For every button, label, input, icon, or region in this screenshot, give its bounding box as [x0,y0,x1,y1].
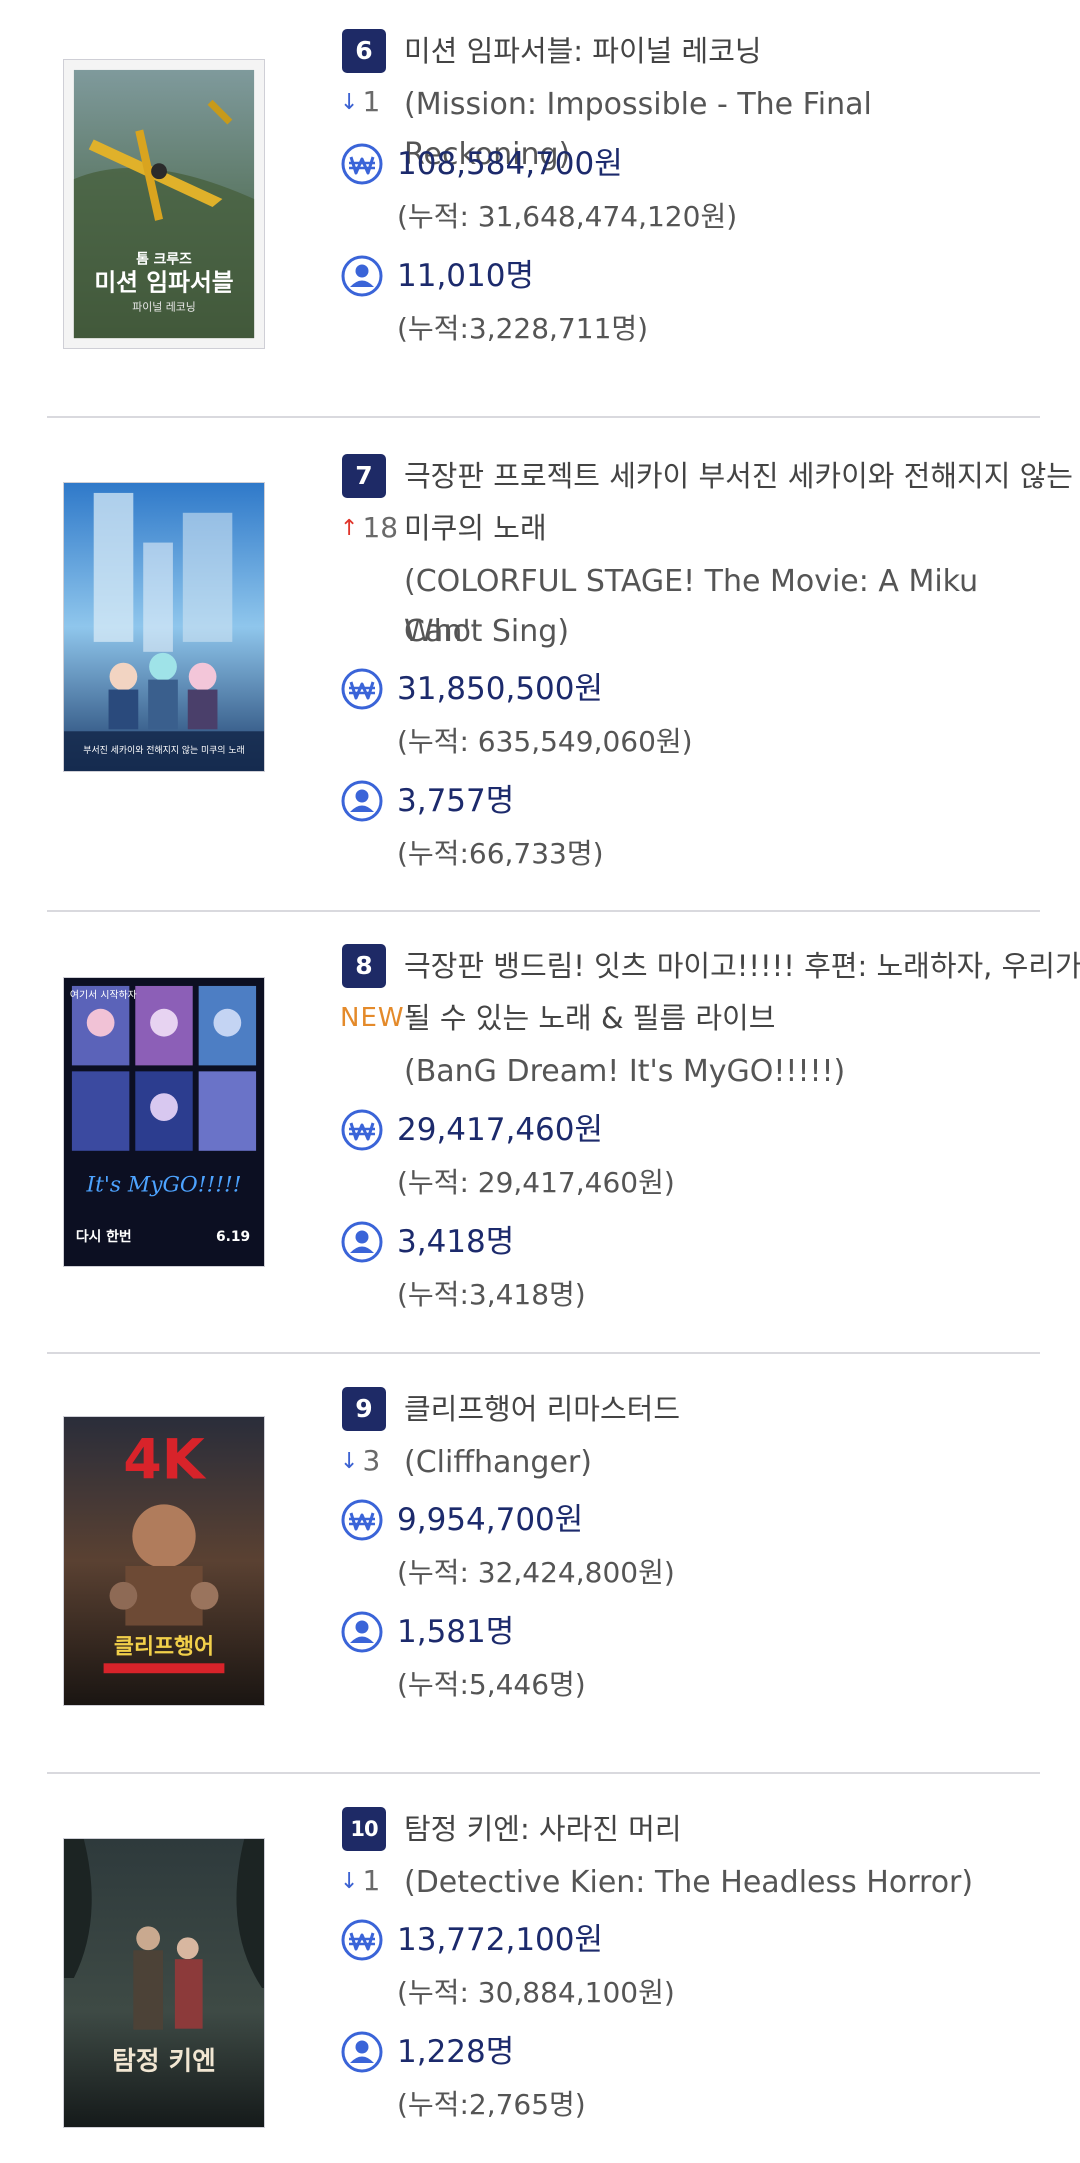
audience-value: 3,757명 [397,783,515,819]
revenue-value: 31,850,500원 [397,671,604,707]
poster-text-vertical: 여기서 시작하자 [70,988,137,1001]
poster-detective-kien[interactable]: 탐정 키엔 [63,1838,265,2128]
movie-entry-8[interactable]: 여기서 시작하자 It's MyGO!!!!! 다시 한번 6.19 8 극장판… [0,914,1080,1354]
movie-entry-7[interactable]: 부서진 세카이와 전해지지 않는 미쿠의 노래 7 극장판 프로젝트 세카이 부… [0,420,1080,914]
audience-cumulative: (누적:66,733명) [397,837,604,870]
title-english-line2[interactable]: Can't Sing) [404,607,1044,657]
rank-change: ↑ 18 [340,508,398,549]
person-icon [340,2030,384,2074]
revenue-cumulative: (누적: 32,424,800원) [397,1556,675,1589]
box-office-list: 톰 크루즈 미션 임파서블 파이널 레코닝 6 미션 임파서블: 파이널 레코닝… [0,0,1080,2163]
title-english[interactable]: (Detective Kien: The Headless Horror) [404,1858,1044,1908]
poster-text-subtitle: 파이널 레코닝 [132,300,195,313]
poster-mission-impossible[interactable]: 톰 크루즈 미션 임파서블 파이널 레코닝 [63,59,265,349]
rank-change: ↓ 1 [340,82,380,123]
divider [47,1352,1040,1354]
rank-change-amount: 18 [362,511,399,544]
movie-entry-10[interactable]: 탐정 키엔 10 탐정 키엔: 사라진 머리 ↓ 1 (Detective Kie… [0,1776,1080,2163]
person-icon [340,1220,384,1264]
won-currency-icon [340,1918,384,1962]
audience-cumulative: (누적:3,228,711명) [397,312,649,345]
person-icon [340,254,384,298]
audience-value: 1,228명 [397,2034,515,2070]
poster-project-sekai[interactable]: 부서진 세카이와 전해지지 않는 미쿠의 노래 [63,482,265,772]
arrow-down-icon: ↓ [340,90,359,115]
audience-value: 1,581명 [397,1614,515,1650]
person-icon [340,779,384,823]
title-korean[interactable]: 극장판 프로젝트 세카이 부서진 세카이와 전해지지 않는 [404,451,1073,501]
poster-text-tagline: 다시 한번 [76,1229,132,1245]
won-currency-icon [340,667,384,711]
arrow-up-icon: ↑ [340,516,359,541]
movie-entry-6[interactable]: 톰 크루즈 미션 임파서블 파이널 레코닝 6 미션 임파서블: 파이널 레코닝… [0,0,1080,420]
title-english[interactable]: (BanG Dream! It's MyGO!!!!!) [404,1047,1044,1097]
title-korean-line2[interactable]: 될 수 있는 노래 & 필름 라이브 [404,993,1044,1043]
won-currency-icon [340,142,384,186]
title-english[interactable]: (Cliffhanger) [404,1438,1044,1488]
arrow-down-icon: ↓ [340,1869,359,1894]
movie-entry-9[interactable]: 4K 클리프행어 9 클리프행어 리마스터드 ↓ 3 (Cliffhanger) … [0,1356,1080,1774]
revenue-cumulative: (누적: 635,549,060원) [397,725,693,758]
divider [47,910,1040,912]
audience-cumulative: (누적:5,446명) [397,1668,586,1701]
revenue-value: 9,954,700원 [397,1502,584,1538]
poster-text-4k: 4K [123,1427,207,1492]
poster-cliffhanger[interactable]: 4K 클리프행어 [63,1416,265,1706]
poster-text-actor: 톰 크루즈 [136,252,192,268]
rank-change: ↓ 3 [340,1441,380,1482]
title-korean[interactable]: 클리프행어 리마스터드 [404,1384,1044,1434]
rank-change-amount: 3 [362,1444,381,1477]
poster-text-title: 미션 임파서블 [94,268,233,296]
rank-badge: 7 [342,454,386,498]
rank-badge: 10 [342,1807,386,1851]
poster-bang-dream[interactable]: 여기서 시작하자 It's MyGO!!!!! 다시 한번 6.19 [63,977,265,1267]
revenue-cumulative: (누적: 29,417,460원) [397,1166,675,1199]
audience-cumulative: (누적:3,418명) [397,1278,586,1311]
divider [47,416,1040,418]
revenue-cumulative: (누적: 30,884,100원) [397,1976,675,2009]
rank-badge: 9 [342,1387,386,1431]
revenue-value: 13,772,100원 [397,1922,604,1958]
audience-cumulative: (누적:2,765명) [397,2088,586,2121]
arrow-down-icon: ↓ [340,1449,359,1474]
poster-text-title: It's MyGO!!!!! [86,1172,242,1197]
person-icon [340,1610,384,1654]
divider [47,1772,1040,1774]
revenue-value: 29,417,460원 [397,1112,604,1148]
rank-change: ↓ 1 [340,1861,380,1902]
poster-text-title: 부서진 세카이와 전해지지 않는 미쿠의 노래 [83,744,244,756]
rank-badge: 8 [342,944,386,988]
title-korean[interactable]: 극장판 뱅드림! 잇츠 마이고!!!!! 후편: 노래하자, 우리가 [404,941,1080,991]
poster-text-date: 6.19 [216,1229,250,1245]
won-currency-icon [340,1498,384,1542]
revenue-cumulative: (누적: 31,648,474,120원) [397,200,738,233]
audience-value: 11,010명 [397,258,534,294]
new-badge: NEW [340,1003,405,1033]
won-currency-icon [340,1108,384,1152]
rank-change-amount: 1 [362,85,381,118]
title-korean[interactable]: 미션 임파서블: 파이널 레코닝 [404,26,1044,76]
poster-text-title: 클리프행어 [114,1634,214,1659]
rank-badge: 6 [342,29,386,73]
poster-text-title: 탐정 키엔 [112,2046,216,2076]
title-korean-line2[interactable]: 미쿠의 노래 [404,503,1044,553]
revenue-value: 108,584,700원 [397,146,623,182]
rank-change-amount: 1 [362,1864,381,1897]
audience-value: 3,418명 [397,1224,515,1260]
title-korean[interactable]: 탐정 키엔: 사라진 머리 [404,1804,1044,1854]
